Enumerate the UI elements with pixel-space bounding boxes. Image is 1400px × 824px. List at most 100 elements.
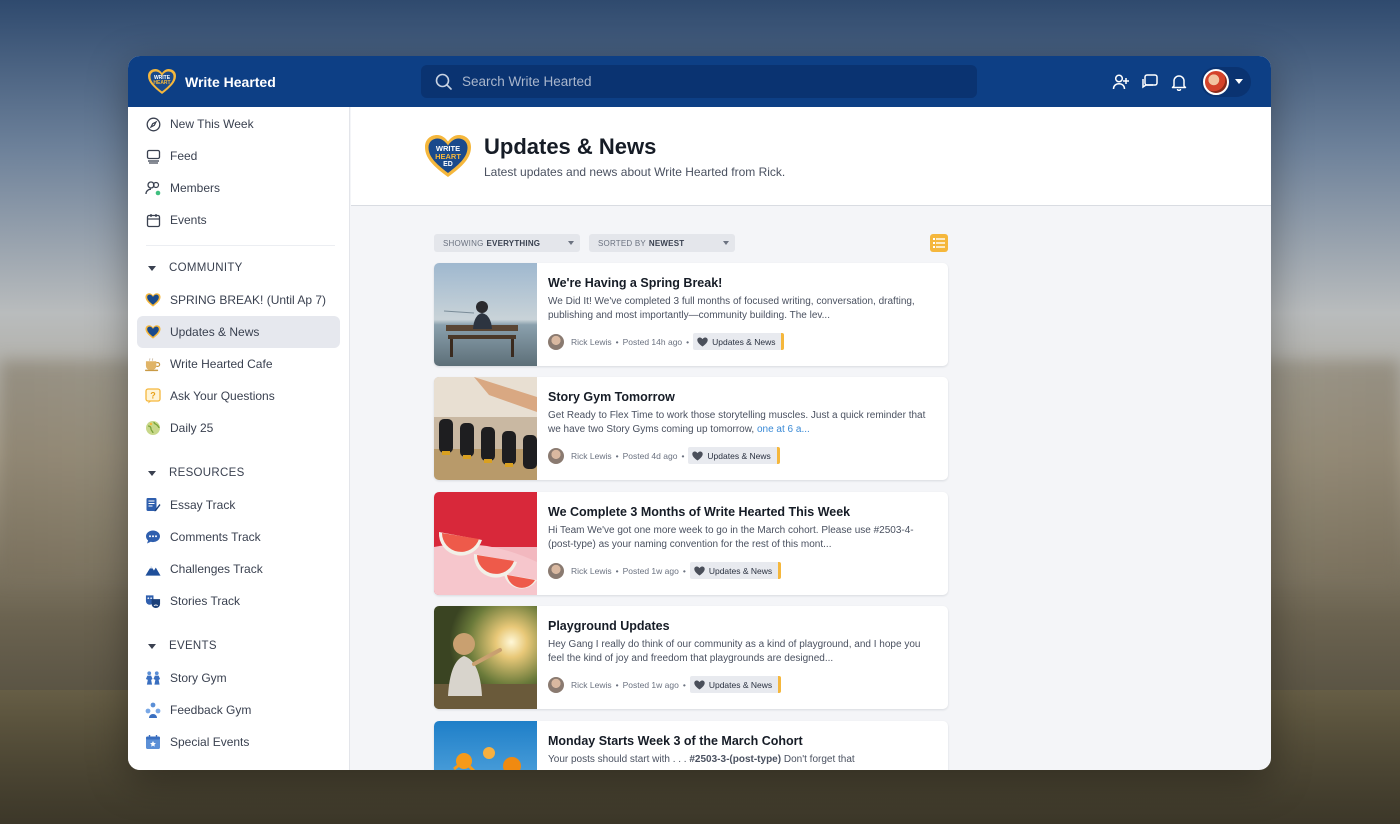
space-tag[interactable]: Updates & News (688, 447, 780, 464)
separator-dot: • (615, 679, 619, 690)
separator-dot: • (615, 336, 619, 347)
sidebar-item-stories-track[interactable]: Stories Track (128, 585, 349, 617)
sidebar-item-label: Challenges Track (170, 562, 263, 576)
search-bar[interactable] (421, 65, 977, 98)
post-meta: Rick Lewis • Posted 14h ago • Updates & … (548, 333, 928, 350)
sidebar-item-spring-break[interactable]: SPRING BREAK! (Until Ap 7) (128, 284, 349, 316)
sidebar-item-label: Comments Track (170, 530, 261, 544)
section-community[interactable]: COMMUNITY (128, 252, 349, 284)
post-time: Posted 4d ago (622, 450, 678, 461)
user-avatar (1203, 68, 1229, 95)
space-tag[interactable]: Updates & News (689, 676, 782, 693)
page-subtitle: Latest updates and news about Write Hear… (484, 164, 786, 179)
filter-prefix: SORTED BY (598, 238, 646, 248)
search-input[interactable] (462, 74, 942, 89)
sidebar-item-label: Essay Track (170, 498, 236, 512)
section-events[interactable]: EVENTS (128, 630, 349, 662)
post-card[interactable]: Playground Updates Hey Gang I really do … (434, 606, 948, 709)
post-thumbnail (434, 606, 537, 709)
divider (146, 245, 335, 246)
author-avatar[interactable] (548, 447, 564, 464)
sidebar-item-label: SPRING BREAK! (Until Ap 7) (170, 293, 327, 307)
author-name[interactable]: Rick Lewis (571, 451, 612, 461)
sidebar-item-cafe[interactable]: Write Hearted Cafe (128, 348, 349, 380)
sidebar-item-story-gym[interactable]: Story Gym (128, 662, 349, 694)
sidebar-item-feed[interactable]: Feed (128, 140, 349, 172)
separator-dot: • (615, 450, 619, 461)
author-name[interactable]: Rick Lewis (571, 337, 612, 347)
sidebar-item-events[interactable]: Events (128, 204, 349, 236)
author-avatar[interactable] (548, 676, 564, 693)
post-title[interactable]: We're Having a Spring Break! (548, 276, 928, 290)
post-title[interactable]: We Complete 3 Months of Write Hearted Th… (548, 505, 928, 519)
chevron-down-icon (568, 241, 574, 245)
excerpt-text: Don't forget that (781, 754, 855, 765)
heart-logo-icon (697, 337, 708, 346)
write-hearted-logo-icon: WRITE HEART ED (425, 135, 471, 177)
post-title[interactable]: Monday Starts Week 3 of the March Cohort (548, 734, 928, 748)
caret-down-icon (148, 643, 156, 649)
space-header: WRITE HEART ED Updates & News Latest upd… (351, 107, 1271, 206)
write-hearted-logo-icon: WRITE HEART (148, 68, 176, 94)
sidebar-item-label: Special Events (170, 735, 250, 749)
separator-dot: • (686, 336, 690, 347)
sidebar-item-new-this-week[interactable]: New This Week (128, 108, 349, 140)
sidebar-item-ask-questions[interactable]: ? Ask Your Questions (128, 380, 349, 412)
sidebar-item-label: Write Hearted Cafe (170, 357, 273, 371)
author-name[interactable]: Rick Lewis (571, 680, 612, 690)
svg-text:HEART: HEART (153, 80, 170, 86)
post-excerpt: We Did It! We've completed 3 full months… (548, 296, 915, 321)
sidebar-item-label: Events (170, 213, 207, 227)
post-card[interactable]: Monday Starts Week 3 of the March Cohort… (434, 721, 948, 770)
author-avatar[interactable] (548, 333, 564, 350)
sidebar-item-label: Stories Track (170, 594, 241, 608)
sidebar-item-essay-track[interactable]: Essay Track (128, 489, 349, 521)
masks-icon (145, 593, 161, 609)
sidebar-item-daily-25[interactable]: Daily 25 (128, 412, 349, 444)
sidebar-item-comments-track[interactable]: Comments Track (128, 521, 349, 553)
list-view-toggle[interactable] (930, 234, 948, 252)
post-card[interactable]: We Complete 3 Months of Write Hearted Th… (434, 492, 948, 595)
filter-value: NEWEST (648, 238, 685, 248)
post-card[interactable]: Story Gym Tomorrow Get Ready to Flex Tim… (434, 377, 948, 480)
compass-icon (145, 116, 161, 132)
post-title[interactable]: Playground Updates (548, 619, 928, 633)
heart-logo-icon (145, 324, 161, 340)
svg-text:HEART: HEART (435, 152, 461, 161)
section-title: COMMUNITY (169, 262, 243, 274)
brand[interactable]: WRITE HEART Write Hearted (147, 68, 421, 96)
post-title[interactable]: Story Gym Tomorrow (548, 390, 928, 404)
post-excerpt: Get Ready to Flex Time to work those sto… (548, 409, 928, 437)
top-bar: WRITE HEART Write Hearted (128, 56, 1271, 107)
author-avatar[interactable] (548, 562, 564, 579)
messages-icon[interactable] (1136, 68, 1164, 96)
post-card[interactable]: We're Having a Spring Break! We Did It! … (434, 263, 948, 366)
author-name[interactable]: Rick Lewis (571, 566, 612, 576)
showing-filter-dropdown[interactable]: SHOWING EVERYTHING (434, 234, 580, 252)
chevron-down-icon (1235, 79, 1243, 84)
sidebar-item-label: Updates & News (170, 325, 260, 339)
post-time: Posted 1w ago (622, 565, 679, 576)
excerpt-link[interactable]: one at 6 a... (757, 424, 810, 435)
svg-text:?: ? (150, 391, 156, 401)
post-meta: Rick Lewis • Posted 4d ago • Updates & N… (548, 447, 928, 464)
caret-down-icon (148, 470, 156, 476)
sidebar-item-challenges-track[interactable]: Challenges Track (128, 553, 349, 585)
section-resources[interactable]: RESOURCES (128, 457, 349, 489)
comment-icon (145, 529, 161, 545)
sidebar-item-updates-news[interactable]: Updates & News (137, 316, 340, 348)
sidebar-item-special-events[interactable]: Special Events (128, 726, 349, 758)
separator-dot: • (681, 450, 685, 461)
notifications-bell-icon[interactable] (1165, 68, 1193, 96)
sidebar-item-feedback-gym[interactable]: Feedback Gym (128, 694, 349, 726)
space-tag[interactable]: Updates & News (689, 562, 782, 579)
heart-logo-icon (145, 292, 161, 308)
excerpt-bold: #2503-3-(post-type) (689, 754, 782, 765)
space-tag[interactable]: Updates & News (693, 333, 785, 350)
tag-label: Updates & News (708, 679, 773, 690)
calendar-icon (145, 212, 161, 228)
profile-menu[interactable] (1201, 66, 1251, 97)
sort-dropdown[interactable]: SORTED BY NEWEST (589, 234, 735, 252)
invite-member-icon[interactable] (1107, 68, 1135, 96)
sidebar-item-members[interactable]: Members (128, 172, 349, 204)
